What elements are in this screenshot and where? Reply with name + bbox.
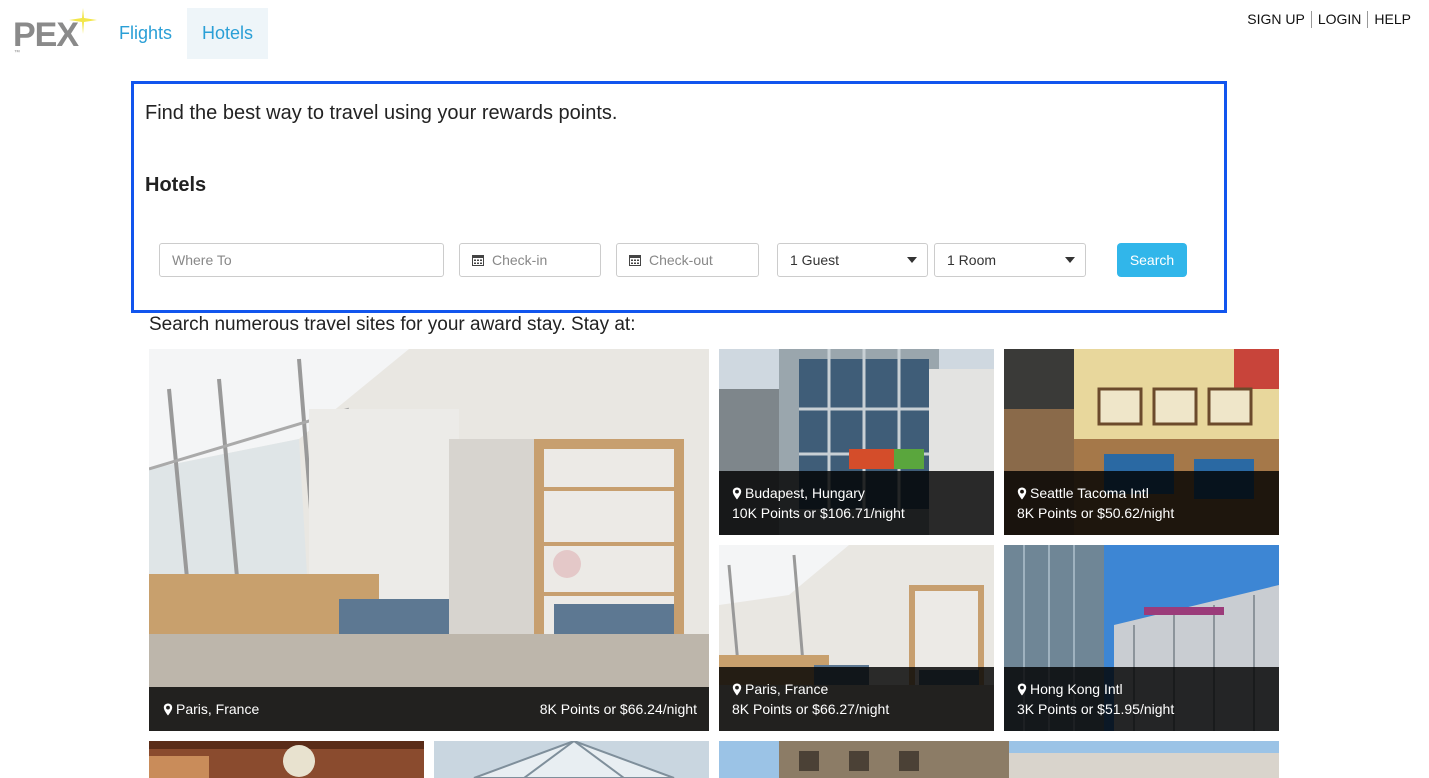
caret-down-icon bbox=[907, 257, 917, 263]
hotel-location: Hong Kong Intl bbox=[1017, 679, 1267, 699]
results-heading: Search numerous travel sites for your aw… bbox=[149, 314, 636, 335]
calendar-icon bbox=[629, 255, 641, 266]
hotel-location-text: Paris, France bbox=[176, 701, 260, 717]
hotel-price: 8K Points or $66.27/night bbox=[732, 701, 890, 717]
logo-trademark: ™ bbox=[14, 50, 20, 56]
hotel-card[interactable] bbox=[719, 741, 1279, 778]
hotel-location-text: Paris, France bbox=[745, 681, 829, 697]
tagline: Find the best way to travel using your r… bbox=[145, 102, 618, 124]
hotel-card[interactable]: Hong Kong Intl 3K Points or $51.95/night bbox=[1004, 545, 1279, 731]
hotel-price: 3K Points or $51.95/night bbox=[1017, 701, 1175, 717]
hotel-search-panel: Find the best way to travel using your r… bbox=[131, 81, 1227, 313]
section-title: Hotels bbox=[145, 174, 207, 196]
hotel-location: Budapest, Hungary bbox=[732, 483, 982, 503]
hotel-card[interactable]: Paris, France 8K Points or $66.24/night bbox=[149, 349, 709, 731]
caret-down-icon bbox=[1065, 257, 1075, 263]
login-link[interactable]: LOGIN bbox=[1312, 10, 1368, 28]
map-pin-icon bbox=[163, 703, 173, 715]
hotel-card[interactable] bbox=[149, 741, 424, 778]
hotel-location: Paris, France bbox=[163, 699, 259, 719]
check-out-placeholder: Check-out bbox=[649, 252, 713, 268]
hotel-caption: Paris, France 8K Points or $66.27/night bbox=[719, 667, 994, 731]
sparkle-icon bbox=[69, 8, 97, 34]
guests-select[interactable]: 1 Guest bbox=[777, 243, 928, 277]
hotel-location: Seattle Tacoma Intl bbox=[1017, 483, 1267, 503]
check-in-placeholder: Check-in bbox=[492, 252, 548, 268]
hotel-caption: Paris, France 8K Points or $66.24/night bbox=[149, 687, 709, 731]
account-links: SIGN UP LOGIN HELP bbox=[1241, 10, 1411, 28]
where-to-placeholder: Where To bbox=[172, 252, 232, 268]
rooms-value: 1 Room bbox=[947, 252, 997, 268]
hotel-card[interactable] bbox=[434, 741, 709, 778]
map-pin-icon bbox=[732, 487, 742, 499]
help-link[interactable]: HELP bbox=[1368, 10, 1411, 28]
hotel-price: 8K Points or $66.24/night bbox=[539, 701, 697, 717]
hotel-photo bbox=[149, 349, 709, 731]
search-button[interactable]: Search bbox=[1117, 243, 1187, 277]
hotel-card[interactable]: Budapest, Hungary 10K Points or $106.71/… bbox=[719, 349, 994, 535]
hotel-location-text: Seattle Tacoma Intl bbox=[1030, 485, 1149, 501]
map-pin-icon bbox=[1017, 683, 1027, 695]
hotel-card[interactable]: Seattle Tacoma Intl 8K Points or $50.62/… bbox=[1004, 349, 1279, 535]
hotel-photo bbox=[149, 741, 424, 778]
hotel-location-text: Budapest, Hungary bbox=[745, 485, 865, 501]
map-pin-icon bbox=[1017, 487, 1027, 499]
hotel-location-text: Hong Kong Intl bbox=[1030, 681, 1123, 697]
hotel-location: Paris, France bbox=[732, 679, 982, 699]
hotel-photo bbox=[719, 741, 1279, 778]
hotel-photo bbox=[434, 741, 709, 778]
check-in-input[interactable]: Check-in bbox=[459, 243, 601, 277]
pex-logo[interactable]: PEX ™ bbox=[13, 6, 97, 58]
hotel-card[interactable]: Paris, France 8K Points or $66.27/night bbox=[719, 545, 994, 731]
hotel-price: 10K Points or $106.71/night bbox=[732, 505, 905, 521]
sign-up-link[interactable]: SIGN UP bbox=[1241, 10, 1311, 28]
calendar-icon bbox=[472, 255, 484, 266]
hotel-price: 8K Points or $50.62/night bbox=[1017, 505, 1175, 521]
where-to-input[interactable]: Where To bbox=[159, 243, 444, 277]
hotel-caption: Seattle Tacoma Intl 8K Points or $50.62/… bbox=[1004, 471, 1279, 535]
hotel-caption: Budapest, Hungary 10K Points or $106.71/… bbox=[719, 471, 994, 535]
check-out-input[interactable]: Check-out bbox=[616, 243, 759, 277]
nav-hotels[interactable]: Hotels bbox=[187, 8, 269, 59]
main-nav: Flights Hotels bbox=[104, 8, 269, 59]
hotel-caption: Hong Kong Intl 3K Points or $51.95/night bbox=[1004, 667, 1279, 731]
nav-flights[interactable]: Flights bbox=[104, 8, 187, 59]
map-pin-icon bbox=[732, 683, 742, 695]
rooms-select[interactable]: 1 Room bbox=[934, 243, 1086, 277]
guests-value: 1 Guest bbox=[790, 252, 840, 268]
